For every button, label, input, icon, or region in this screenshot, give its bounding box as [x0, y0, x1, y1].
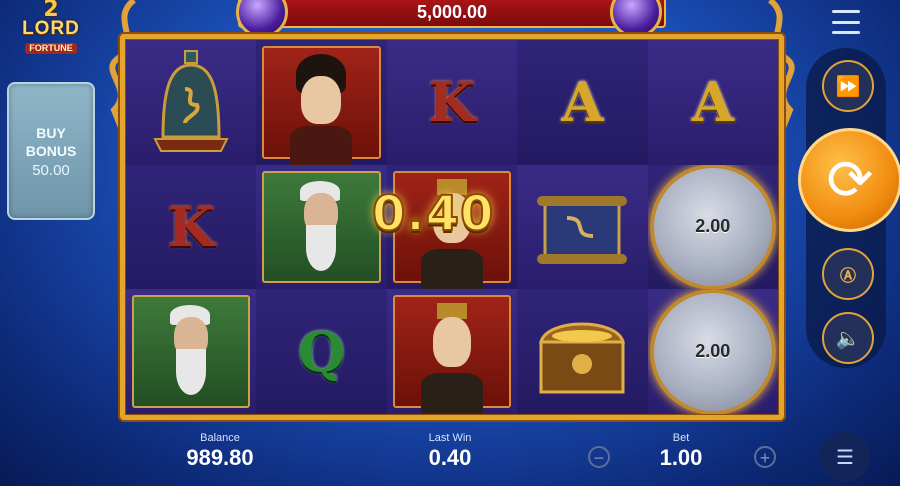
fast-forward-icon: ⏩ [835, 75, 861, 98]
logo-title: LORD [22, 18, 80, 39]
symbol-lady [256, 40, 387, 165]
menu-button[interactable] [832, 10, 860, 34]
win-amount-overlay: 0.40 [371, 185, 495, 243]
letter-k: K [428, 70, 476, 135]
balance-label: Balance [200, 432, 240, 444]
jackpot-orb-right [610, 0, 662, 38]
logo-subtitle: FORTUNE [25, 43, 77, 54]
coin-stack-icon: ☰ [836, 446, 854, 469]
symbol-orb: 2.00 [647, 164, 778, 290]
symbol-lord [386, 289, 518, 414]
jackpot-bar: 5,000.00 [238, 0, 666, 28]
symbol-treasure-chest [517, 289, 648, 414]
symbol-k: K [386, 40, 518, 165]
value-orb: 2.00 [649, 164, 776, 290]
symbol-q: Q [256, 289, 387, 414]
jackpot-orb-left [236, 0, 288, 38]
hamburger-icon-bar [832, 10, 860, 13]
sound-button[interactable]: 🔈 [822, 312, 874, 364]
buy-bonus-price: 50.00 [32, 161, 70, 179]
plus-icon: + [759, 448, 771, 468]
symbol-sage [256, 164, 387, 290]
orb-value: 2.00 [695, 341, 731, 362]
buy-bonus-label-2: BONUS [25, 142, 77, 159]
last-win-display: Last Win 0.40 [400, 432, 500, 471]
speaker-icon: 🔈 [835, 327, 861, 350]
minus-icon: − [593, 448, 605, 468]
symbol-k: K [126, 164, 257, 290]
bet-settings-button[interactable]: ☰ [820, 432, 870, 482]
jackpot-value: 5,000.00 [416, 2, 488, 22]
bet-decrease-button[interactable]: − [588, 446, 610, 468]
balance-display: Balance 989.80 [170, 432, 270, 471]
buy-bonus-label-1: BUY [36, 124, 66, 141]
value-orb: 2.00 [649, 289, 776, 414]
hamburger-icon-bar [832, 31, 860, 34]
symbol-scroll [517, 164, 648, 290]
balance-value: 989.80 [186, 445, 254, 470]
spin-button[interactable]: ⟳ [798, 128, 900, 232]
turbo-button[interactable]: ⏩ [822, 60, 874, 112]
symbol-sage [126, 289, 257, 414]
orb-value: 2.00 [695, 216, 731, 237]
letter-q: Q [298, 319, 346, 384]
letter-a: A [691, 70, 734, 135]
autoplay-button[interactable]: Ⓐ [822, 248, 874, 300]
symbol-a: A [517, 40, 648, 165]
logo-number: 2 [43, 0, 59, 22]
last-win-label: Last Win [428, 432, 472, 444]
bell-icon [153, 50, 229, 153]
game-logo: 2 LORD FORTUNE [6, 0, 96, 58]
bet-increase-button[interactable]: + [754, 446, 776, 468]
bet-value: 1.00 [659, 445, 703, 470]
bet-display: Bet 1.00 [636, 432, 726, 471]
last-win-value: 0.40 [428, 445, 472, 470]
letter-k: K [167, 194, 215, 259]
bet-label: Bet [672, 432, 690, 444]
symbol-orb: 2.00 [647, 289, 778, 414]
treasure-chest-icon [539, 322, 626, 394]
autoplay-icon: Ⓐ [839, 268, 856, 285]
buy-bonus-button[interactable]: BUY BONUS 50.00 [7, 82, 95, 220]
symbol-bell [126, 40, 257, 165]
letter-a: A [561, 70, 604, 135]
hamburger-icon-bar [832, 20, 860, 24]
symbol-a: A [647, 40, 778, 165]
scroll-icon [537, 195, 628, 264]
refresh-icon: ⟳ [826, 148, 874, 211]
